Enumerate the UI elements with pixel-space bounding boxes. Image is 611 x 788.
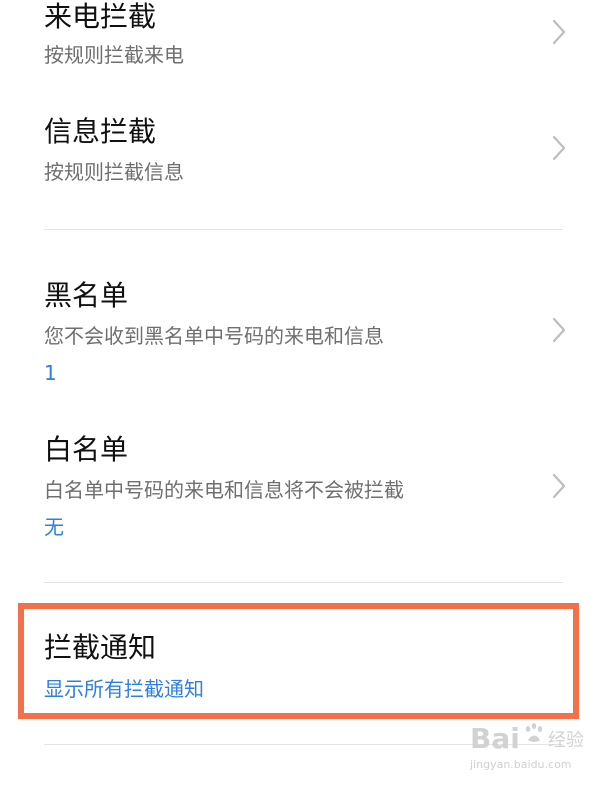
section-divider xyxy=(44,744,563,745)
watermark-url: jingyan.baidu.com xyxy=(470,758,572,771)
blocking-settings-screen: 来电拦截 按规则拦截来电 信息拦截 按规则拦截信息 黑名单 您不会收到黑名单中号… xyxy=(0,0,611,788)
blacklist-subtitle: 您不会收到黑名单中号码的来电和信息 xyxy=(44,324,384,348)
chevron-right-icon xyxy=(548,472,570,500)
watermark-label: 经验 xyxy=(548,730,584,751)
blocking-notification-item[interactable]: 拦截通知 显示所有拦截通知 xyxy=(0,631,611,709)
whitelist-title: 白名单 xyxy=(44,433,129,466)
call-blocking-title: 来电拦截 xyxy=(44,0,157,33)
message-blocking-item[interactable]: 信息拦截 按规则拦截信息 xyxy=(0,112,611,196)
baidu-jingyan-watermark: Bai 经验 jingyan.baidu.com xyxy=(468,720,598,780)
blacklist-title: 黑名单 xyxy=(44,279,129,312)
whitelist-subtitle: 白名单中号码的来电和信息将不会被拦截 xyxy=(44,478,404,502)
section-divider xyxy=(44,582,563,583)
call-blocking-item[interactable]: 来电拦截 按规则拦截来电 xyxy=(0,0,611,80)
chevron-right-icon xyxy=(548,134,570,162)
message-blocking-title: 信息拦截 xyxy=(44,115,157,148)
whitelist-item[interactable]: 白名单 白名单中号码的来电和信息将不会被拦截 无 xyxy=(0,430,611,544)
blocking-notification-subtitle: 显示所有拦截通知 xyxy=(44,677,204,701)
section-divider xyxy=(44,229,563,230)
call-blocking-subtitle: 按规则拦截来电 xyxy=(44,43,184,67)
watermark-brand: Bai xyxy=(470,722,520,755)
blocking-notification-title: 拦截通知 xyxy=(44,631,157,664)
blacklist-count: 1 xyxy=(44,361,57,385)
paw-icon xyxy=(525,723,543,742)
whitelist-value: 无 xyxy=(44,515,64,539)
chevron-right-icon xyxy=(548,18,570,46)
watermark-logo: Bai 经验 xyxy=(468,720,598,758)
chevron-right-icon xyxy=(548,316,570,344)
message-blocking-subtitle: 按规则拦截信息 xyxy=(44,160,184,184)
blacklist-item[interactable]: 黑名单 您不会收到黑名单中号码的来电和信息 1 xyxy=(0,276,611,388)
